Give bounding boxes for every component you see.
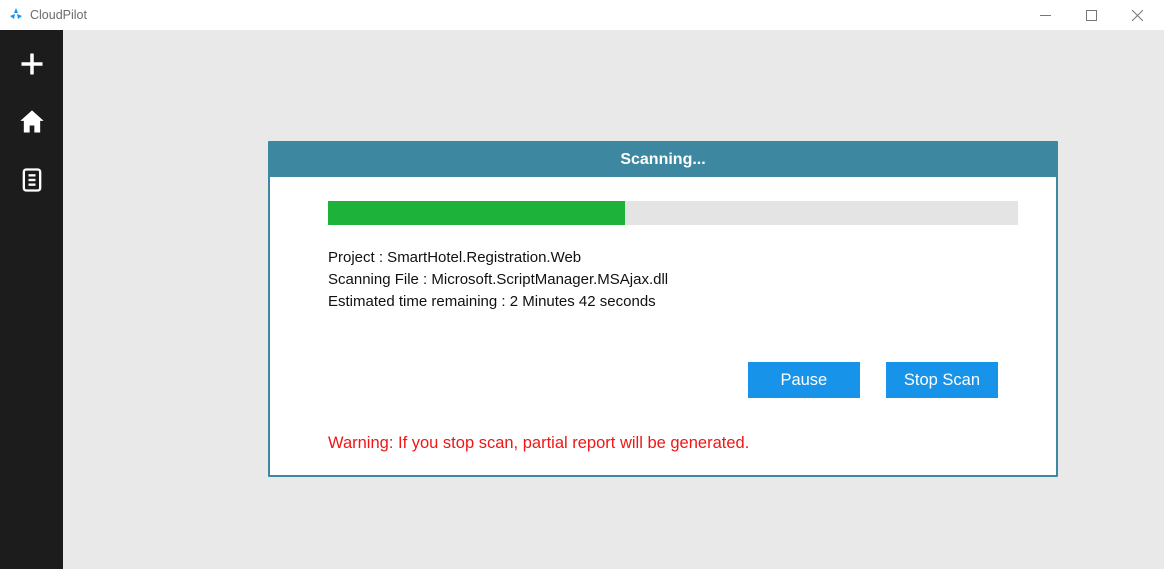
- eta-line: Estimated time remaining : 2 Minutes 42 …: [328, 291, 998, 313]
- pause-button[interactable]: Pause: [748, 362, 860, 398]
- window-controls: [1022, 0, 1160, 30]
- workspace: Scanning... Project : SmartHotel.Registr…: [0, 30, 1164, 569]
- sidebar: [0, 30, 63, 569]
- dialog-buttons: Pause Stop Scan: [328, 362, 998, 398]
- file-line: Scanning File : Microsoft.ScriptManager.…: [328, 269, 998, 291]
- warning-text: Warning: If you stop scan, partial repor…: [328, 434, 998, 453]
- dialog-body: Project : SmartHotel.Registration.Web Sc…: [270, 177, 1056, 475]
- close-button[interactable]: [1114, 0, 1160, 30]
- minimize-button[interactable]: [1022, 0, 1068, 30]
- report-button[interactable]: [16, 164, 48, 196]
- dialog-title: Scanning...: [270, 143, 1056, 177]
- stop-scan-button[interactable]: Stop Scan: [886, 362, 998, 398]
- titlebar: CloudPilot: [0, 0, 1164, 30]
- content-area: Scanning... Project : SmartHotel.Registr…: [63, 30, 1164, 569]
- project-line: Project : SmartHotel.Registration.Web: [328, 247, 998, 269]
- progress-fill: [328, 201, 625, 225]
- maximize-button[interactable]: [1068, 0, 1114, 30]
- progress-bar: [328, 201, 1018, 225]
- scan-dialog: Scanning... Project : SmartHotel.Registr…: [268, 141, 1058, 477]
- app-logo-icon: [8, 7, 24, 23]
- app-title: CloudPilot: [30, 8, 87, 22]
- add-button[interactable]: [16, 48, 48, 80]
- home-button[interactable]: [16, 106, 48, 138]
